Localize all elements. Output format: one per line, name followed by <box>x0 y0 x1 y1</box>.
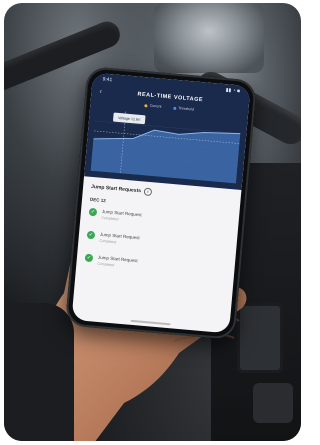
legend-dot-icon <box>173 106 177 110</box>
voltage-area <box>90 130 241 184</box>
status-icons: ▮▮ ◔ ■ <box>225 87 241 95</box>
item-subtitle: Completed <box>97 261 115 268</box>
requests-list: ✓ Jump Start Request Completed ✓ Jump St… <box>84 207 230 277</box>
list-item[interactable]: ✓ Jump Start Request Completed <box>86 230 228 254</box>
voltage-chart-svg: Voltage 12.6V <box>90 111 241 184</box>
legend-dot-icon <box>144 103 148 108</box>
check-icon: ✓ <box>86 230 96 240</box>
status-time: 9:41 <box>102 76 113 84</box>
phone-screen: 9:41 ▮▮ ◔ ■ ‹ REAL-TIME VOLTAGE Current … <box>71 72 251 334</box>
photo-card: 9:41 ▮▮ ◔ ■ ‹ REAL-TIME VOLTAGE Current … <box>4 3 301 441</box>
voltage-chart: Voltage 12.6V <box>90 105 242 184</box>
requests-panel: Jump Start Requests i DEC 12 ✓ Jump Star… <box>75 176 242 295</box>
check-icon: ✓ <box>88 207 98 217</box>
info-icon[interactable]: i <box>143 187 153 197</box>
section-title: Jump Start Requests <box>90 183 142 195</box>
smartphone: 9:41 ▮▮ ◔ ■ ‹ REAL-TIME VOLTAGE Current … <box>64 66 258 340</box>
legend-item-threshold: Threshold <box>173 106 194 112</box>
item-subtitle: Completed <box>99 238 117 245</box>
list-item[interactable]: ✓ Jump Start Request Completed <box>84 253 226 277</box>
legend-item-current: Current <box>144 103 162 109</box>
engine-component <box>154 3 264 73</box>
app-header: 9:41 ▮▮ ◔ ■ ‹ REAL-TIME VOLTAGE Current … <box>84 72 251 190</box>
home-indicator <box>130 319 171 326</box>
item-subtitle: Completed <box>101 215 119 222</box>
sleeve <box>4 303 74 441</box>
check-icon: ✓ <box>84 253 94 263</box>
